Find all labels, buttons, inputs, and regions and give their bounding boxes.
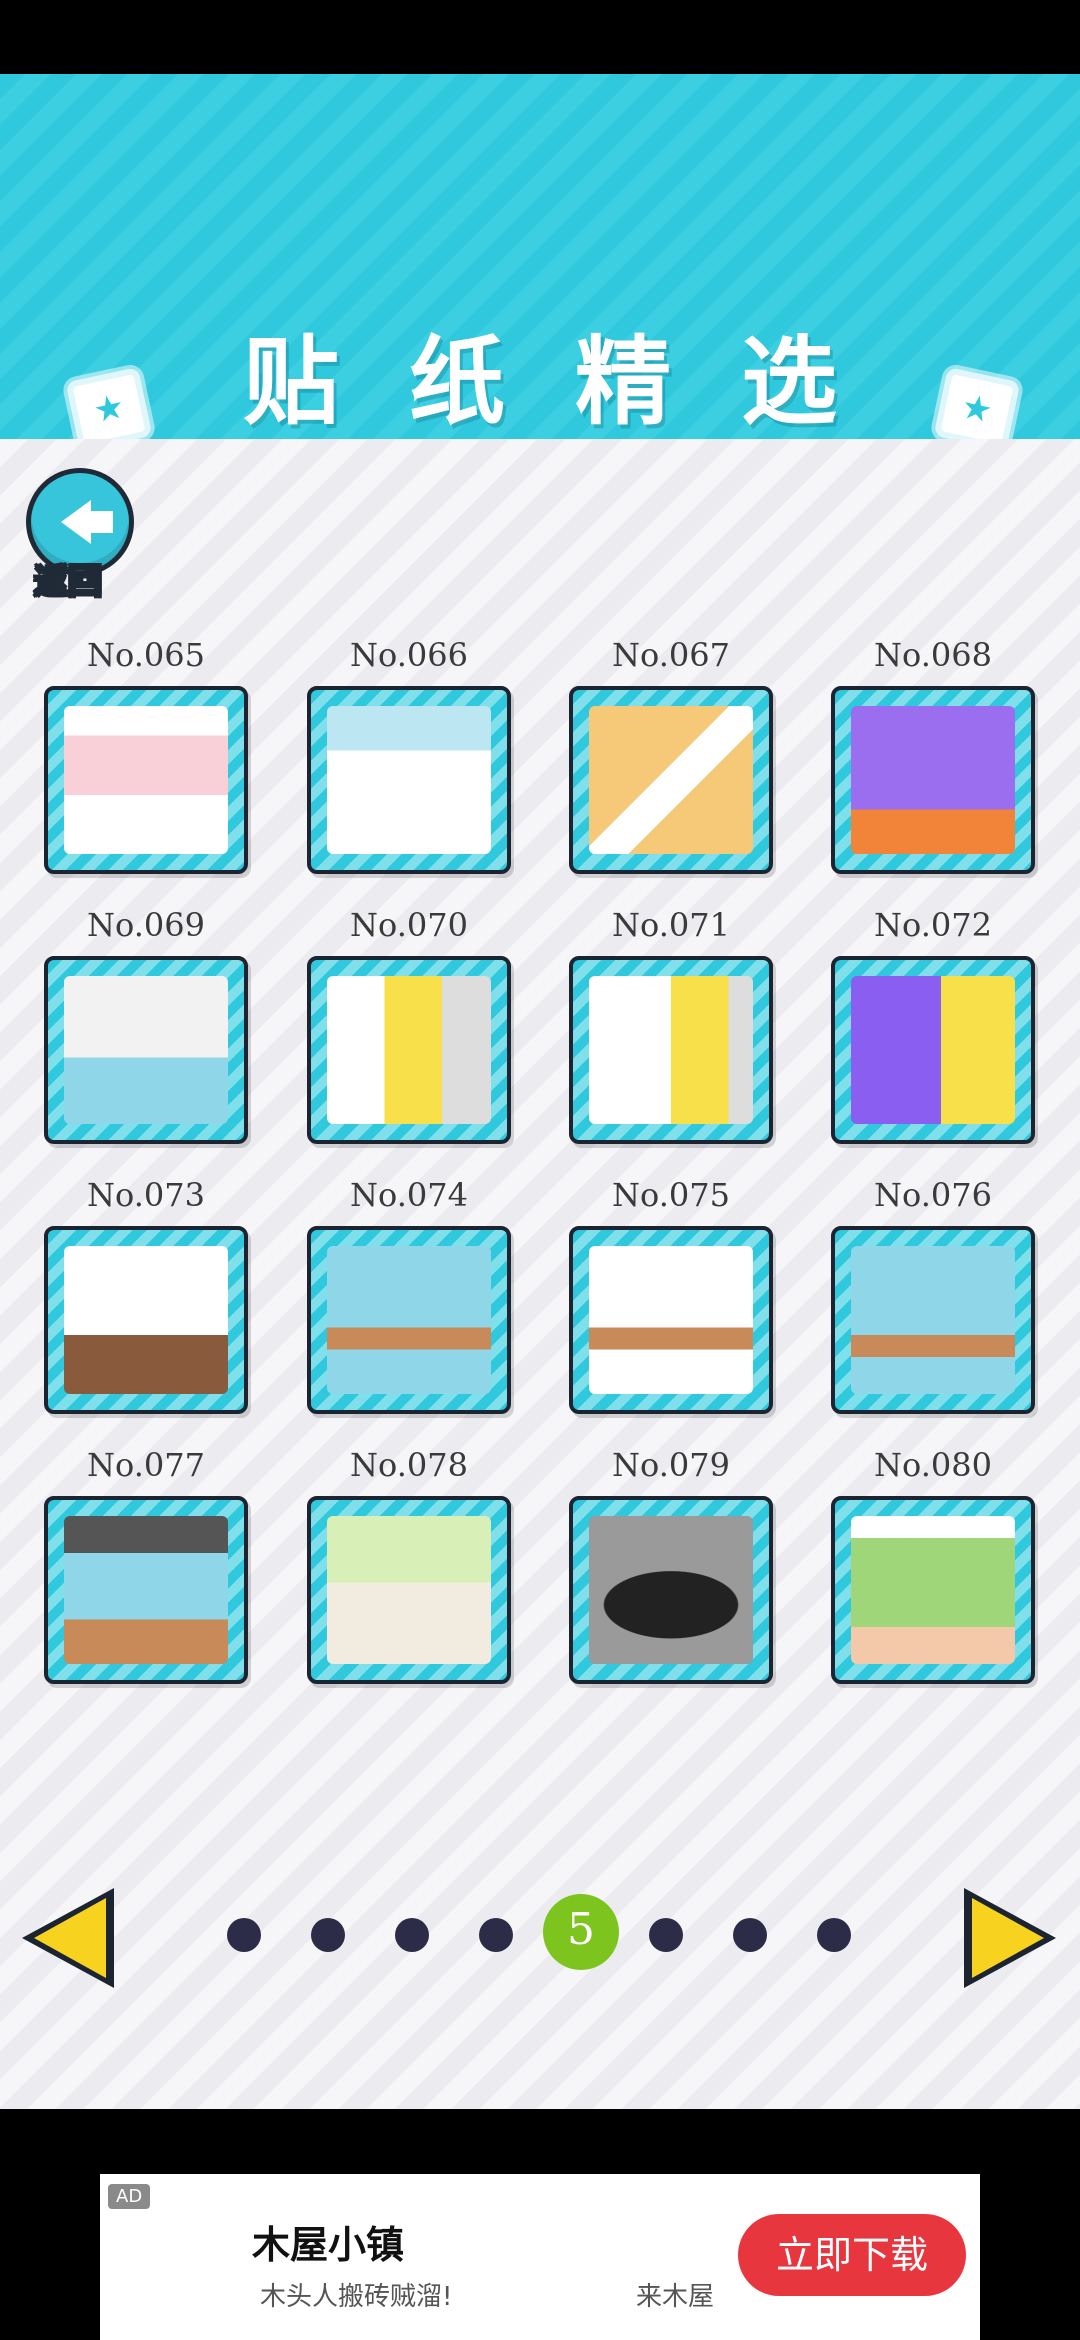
sticker-frame[interactable] bbox=[569, 686, 773, 874]
sticker-cell[interactable]: No.075 bbox=[561, 1170, 781, 1414]
sticker-number: No.076 bbox=[874, 1176, 992, 1214]
next-page-arrow-icon[interactable] bbox=[964, 1888, 1056, 1988]
header: ★ ★ 贴纸精选 bbox=[0, 74, 1080, 451]
page-dot[interactable] bbox=[227, 1918, 261, 1952]
page-title: 贴纸精选 bbox=[243, 326, 907, 438]
sticker-frame[interactable] bbox=[307, 1496, 511, 1684]
sticker-number: No.072 bbox=[874, 906, 992, 944]
sticker-frame[interactable] bbox=[569, 956, 773, 1144]
sticker-cell[interactable]: No.072 bbox=[823, 900, 1043, 1144]
sticker-number: No.077 bbox=[87, 1446, 205, 1484]
sticker-number: No.069 bbox=[87, 906, 205, 944]
ad-subtitle: 木头人搬砖贼溜! bbox=[260, 2282, 453, 2312]
sticker-cell[interactable]: No.066 bbox=[299, 630, 519, 874]
sticker-frame[interactable] bbox=[569, 1496, 773, 1684]
sticker-number: No.078 bbox=[350, 1446, 468, 1484]
status-bar bbox=[0, 0, 1080, 74]
sticker-frame[interactable] bbox=[831, 686, 1035, 874]
sticker-frame[interactable] bbox=[307, 686, 511, 874]
ad-title: 木屋小镇 bbox=[252, 2223, 405, 2267]
sticker-frame[interactable] bbox=[831, 1496, 1035, 1684]
sticker-image bbox=[327, 1516, 491, 1664]
sticker-cell[interactable]: No.079 bbox=[561, 1440, 781, 1684]
sticker-cell[interactable]: No.076 bbox=[823, 1170, 1043, 1414]
page-dot[interactable] bbox=[479, 1918, 513, 1952]
sticker-cell[interactable]: No.068 bbox=[823, 630, 1043, 874]
sticker-image bbox=[589, 1516, 753, 1664]
page-dot[interactable] bbox=[649, 1918, 683, 1952]
sticker-number: No.073 bbox=[87, 1176, 205, 1214]
sticker-frame[interactable] bbox=[569, 1226, 773, 1414]
sticker-cell[interactable]: No.073 bbox=[36, 1170, 256, 1414]
sticker-cell[interactable]: No.065 bbox=[36, 630, 256, 874]
sticker-cell[interactable]: No.071 bbox=[561, 900, 781, 1144]
sticker-frame[interactable] bbox=[831, 956, 1035, 1144]
sticker-image bbox=[589, 976, 753, 1124]
sticker-image bbox=[327, 706, 491, 854]
ad-banner[interactable]: AD 木屋小镇 木头人搬砖贼溜! 来木屋 立即下载 bbox=[100, 2174, 980, 2340]
sticker-image bbox=[589, 706, 753, 854]
sticker-image bbox=[851, 976, 1015, 1124]
sticker-image bbox=[64, 706, 228, 854]
sticker-number: No.068 bbox=[874, 636, 992, 674]
pagination: 5 bbox=[0, 1880, 1080, 1990]
sticker-image bbox=[327, 1246, 491, 1394]
sticker-frame[interactable] bbox=[44, 686, 248, 874]
page-dot[interactable] bbox=[311, 1918, 345, 1952]
ad-subtitle-scrolling: 来木屋 bbox=[636, 2282, 715, 2312]
ad-tag: AD bbox=[108, 2184, 151, 2209]
sticker-number: No.075 bbox=[612, 1176, 730, 1214]
sticker-image bbox=[64, 1246, 228, 1394]
sticker-cell[interactable]: No.069 bbox=[36, 900, 256, 1144]
page-dot[interactable] bbox=[395, 1918, 429, 1952]
sticker-image bbox=[851, 1516, 1015, 1664]
sticker-number: No.070 bbox=[350, 906, 468, 944]
sticker-image bbox=[64, 976, 228, 1124]
page-dot[interactable] bbox=[817, 1918, 851, 1952]
sticker-number: No.074 bbox=[350, 1176, 468, 1214]
sticker-frame[interactable] bbox=[831, 1226, 1035, 1414]
sticker-frame[interactable] bbox=[307, 1226, 511, 1414]
sticker-number: No.080 bbox=[874, 1446, 992, 1484]
sticker-frame[interactable] bbox=[44, 1496, 248, 1684]
page-dot-current[interactable]: 5 bbox=[543, 1894, 619, 1970]
sticker-cell[interactable]: No.078 bbox=[299, 1440, 519, 1684]
sticker-number: No.065 bbox=[87, 636, 205, 674]
sticker-frame[interactable] bbox=[44, 1226, 248, 1414]
sticker-number: No.066 bbox=[350, 636, 468, 674]
page-dot[interactable] bbox=[733, 1918, 767, 1952]
download-button[interactable]: 立即下载 bbox=[738, 2214, 966, 2296]
sticker-cell[interactable]: No.077 bbox=[36, 1440, 256, 1684]
sticker-cell[interactable]: No.080 bbox=[823, 1440, 1043, 1684]
sticker-cell[interactable]: No.067 bbox=[561, 630, 781, 874]
sticker-image bbox=[851, 1246, 1015, 1394]
sticker-image bbox=[64, 1516, 228, 1664]
back-label: 返回 bbox=[33, 561, 103, 603]
sticker-number: No.067 bbox=[612, 636, 730, 674]
sticker-image bbox=[851, 706, 1015, 854]
back-arrow-icon bbox=[61, 500, 113, 544]
sticker-image bbox=[589, 1246, 753, 1394]
sticker-number: No.079 bbox=[612, 1446, 730, 1484]
sticker-image bbox=[327, 976, 491, 1124]
sticker-cell[interactable]: No.070 bbox=[299, 900, 519, 1144]
sticker-frame[interactable] bbox=[307, 956, 511, 1144]
sticker-frame[interactable] bbox=[44, 956, 248, 1144]
prev-page-arrow-icon[interactable] bbox=[22, 1888, 114, 1988]
sticker-cell[interactable]: No.074 bbox=[299, 1170, 519, 1414]
sticker-number: No.071 bbox=[612, 906, 730, 944]
